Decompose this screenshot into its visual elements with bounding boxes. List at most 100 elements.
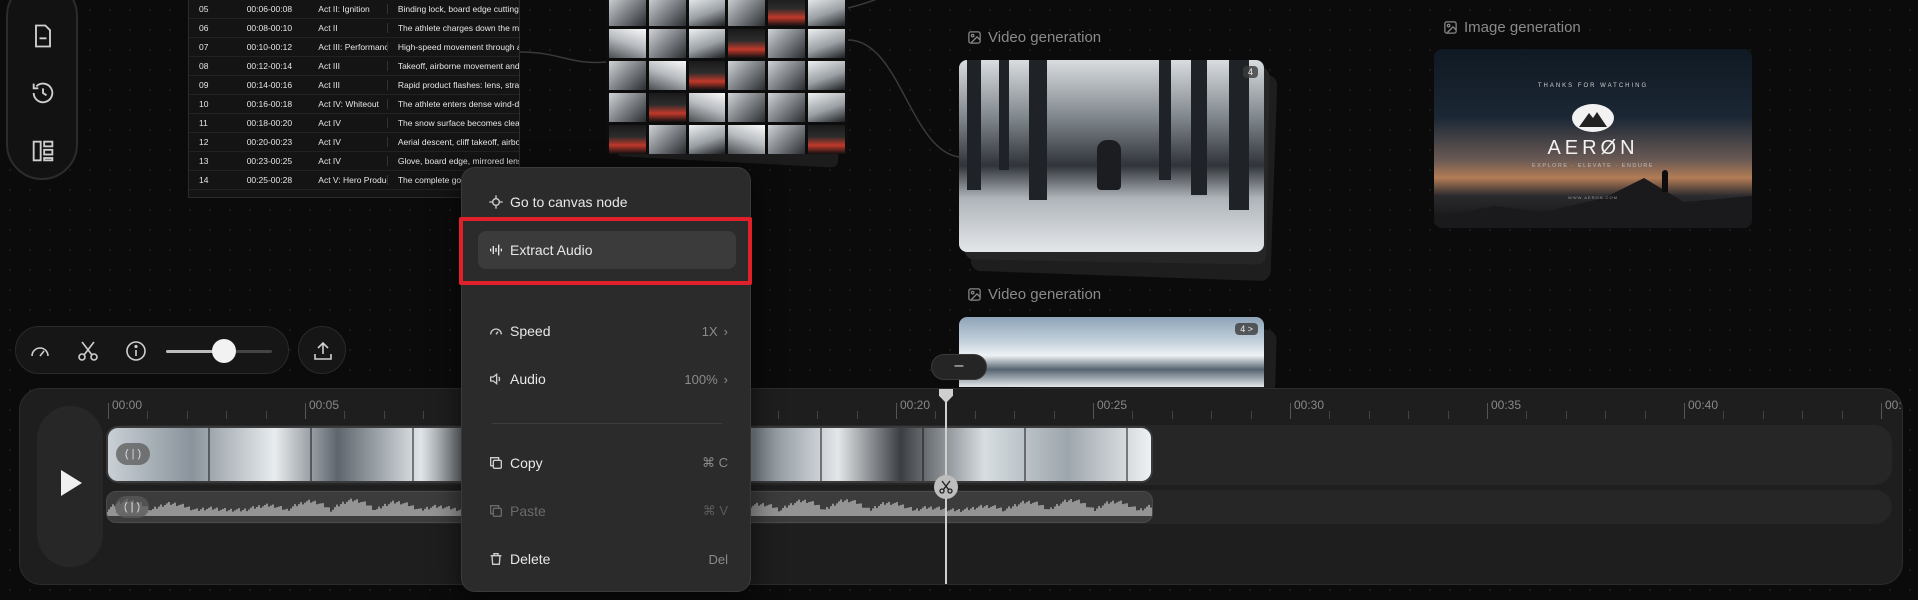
table-cell-act: Act IV — [308, 118, 388, 128]
image-node-icon — [1444, 21, 1457, 34]
table-cell-no: 10 — [199, 99, 209, 109]
storyboard-frame — [688, 29, 726, 58]
history-icon[interactable] — [29, 79, 57, 107]
storyboard-grid-node[interactable] — [606, 0, 848, 154]
menu-item-value: 100% › — [684, 372, 728, 387]
ruler-minor-tick — [817, 411, 819, 419]
storyboard-frame — [728, 29, 766, 58]
brand-logo-icon — [1572, 104, 1614, 132]
storyboard-frame — [648, 0, 686, 26]
video-generation-preview-2[interactable]: 4 > — [959, 317, 1264, 387]
table-row[interactable]: 12 00:20-00:23 Act IV Aerial descent, cliff… — [189, 133, 519, 152]
ruler-minor-tick — [777, 411, 779, 419]
scissors-icon[interactable] — [76, 339, 100, 363]
table-cell-no: 14 — [199, 175, 209, 185]
ruler-minor-tick — [1644, 411, 1646, 419]
tree — [1229, 60, 1249, 210]
menu-item-speed[interactable]: Speed 1X › — [478, 312, 736, 350]
file-icon[interactable] — [29, 22, 57, 50]
copy-icon — [490, 457, 502, 469]
menu-item-paste[interactable]: Paste ⌘ V — [478, 492, 736, 530]
brand-footer: WWW.AERON.COM — [1568, 195, 1618, 200]
table-cell-no: 06 — [199, 23, 209, 33]
table-row[interactable]: 05 00:06-00:08 Act II: Ignition Binding loc… — [189, 0, 519, 19]
collapse-button[interactable]: – — [931, 354, 987, 380]
tree — [1159, 60, 1171, 180]
timeline-ruler[interactable]: 00:0000:0500:1000:1500:2000:2500:3000:35… — [106, 389, 1902, 419]
image-generation-preview[interactable]: THANKS FOR WATCHING AERØN EXPLORE · ELEV… — [1434, 49, 1752, 228]
table-row[interactable]: 10 00:16-00:18 Act IV: Whiteout The athlete… — [189, 95, 519, 114]
info-icon[interactable] — [124, 339, 148, 363]
paste-icon — [490, 505, 502, 517]
ruler-minor-tick — [1368, 411, 1370, 419]
table-row[interactable]: 09 00:14-00:16 Act III Rapid product flashe… — [189, 76, 519, 95]
table-cell-desc: The athlete enters dense wind-driv — [397, 99, 520, 109]
play-button[interactable] — [37, 406, 103, 567]
snowboarder — [1097, 140, 1121, 190]
ruler-tick-label: 00:00 — [112, 398, 143, 412]
clip-frame-divider — [310, 428, 312, 481]
layout-icon[interactable] — [29, 137, 57, 165]
ruler-tick-label: 00:45 — [1885, 398, 1902, 412]
storyboard-frame — [728, 0, 766, 26]
zoom-slider[interactable] — [166, 339, 272, 363]
ruler-minor-tick — [1605, 411, 1607, 419]
table-cell-desc: Takeoff, airborne movement and a — [397, 61, 520, 71]
menu-item-audio[interactable]: Audio 100% › — [478, 360, 736, 398]
tree — [967, 60, 981, 190]
ruler-minor-tick — [1723, 411, 1725, 419]
table-cell-time: 00:08-00:10 — [246, 23, 293, 33]
tree — [1191, 60, 1207, 195]
ruler-minor-tick — [1565, 411, 1567, 419]
table-row[interactable]: 11 00:18-00:20 Act IV The snow surface beco… — [189, 114, 519, 133]
ruler-minor-tick — [1802, 411, 1804, 419]
storyboard-frame — [728, 125, 766, 154]
export-button[interactable] — [298, 326, 346, 374]
ruler-minor-tick — [1841, 411, 1843, 419]
brand-top-text: THANKS FOR WATCHING — [1537, 83, 1649, 89]
table-row[interactable]: 08 00:12-00:14 Act III Takeoff, airborne mo… — [189, 57, 519, 76]
ruler-minor-tick — [1762, 411, 1764, 419]
split-button[interactable] — [934, 475, 958, 499]
storyboard-frame — [648, 93, 686, 122]
speed-gauge-icon[interactable] — [28, 339, 52, 363]
ruler-minor-tick — [147, 411, 149, 419]
table-cell-no: 05 — [199, 4, 209, 14]
scissors-icon — [939, 480, 953, 494]
table-cell-desc: The snow surface becomes clearly — [397, 118, 520, 128]
menu-item-label: Speed — [510, 323, 551, 339]
video-generation-preview-1[interactable]: 4 — [959, 60, 1264, 252]
menu-item-go-to-canvas-node[interactable]: Go to canvas node — [478, 183, 736, 221]
ruler-minor-tick — [383, 411, 385, 419]
table-cell-desc: High-speed movement through a s — [397, 42, 520, 52]
audio-trim-handle[interactable]: ( | ) — [115, 496, 149, 518]
tree — [1029, 60, 1047, 200]
storyboard-frame — [768, 0, 806, 26]
table-cell-act: Act III: Performance — [308, 42, 388, 52]
menu-item-label: Copy — [510, 455, 543, 471]
menu-item-delete[interactable]: Delete Del — [478, 540, 736, 578]
target-icon — [489, 195, 503, 209]
table-cell-act: Act II — [308, 23, 388, 33]
table-cell-act: Act IV — [308, 156, 388, 166]
timeline-panel: 00:0000:0500:1000:1500:2000:2500:3000:35… — [19, 388, 1903, 585]
menu-item-label: Paste — [510, 503, 546, 519]
speed-icon — [490, 328, 502, 335]
ruler-tick-label: 00:40 — [1688, 398, 1719, 412]
table-cell-time: 00:23-00:25 — [246, 156, 293, 166]
zoom-slider-handle[interactable] — [212, 339, 237, 363]
table-row[interactable]: 07 00:10-00:12 Act III: Performance High-sp… — [189, 38, 519, 57]
storyboard-frame — [609, 125, 646, 154]
figure-silhouette — [1662, 170, 1668, 192]
clip-trim-handle[interactable]: ( | ) — [116, 443, 150, 465]
menu-item-copy[interactable]: Copy ⌘ C — [478, 444, 736, 482]
table-cell-act: Act III — [308, 61, 388, 71]
ruler-minor-tick — [1250, 411, 1252, 419]
storyboard-frame — [808, 93, 845, 122]
ruler-minor-tick — [935, 411, 937, 419]
table-row[interactable]: 06 00:08-00:10 Act II The athlete charges d… — [189, 19, 519, 38]
table-cell-act: Act V: Hero Product — [308, 175, 388, 185]
ruler-tick-label: 00:20 — [900, 398, 931, 412]
trash-icon — [490, 553, 502, 565]
ruler-tick-label: 00:30 — [1294, 398, 1325, 412]
